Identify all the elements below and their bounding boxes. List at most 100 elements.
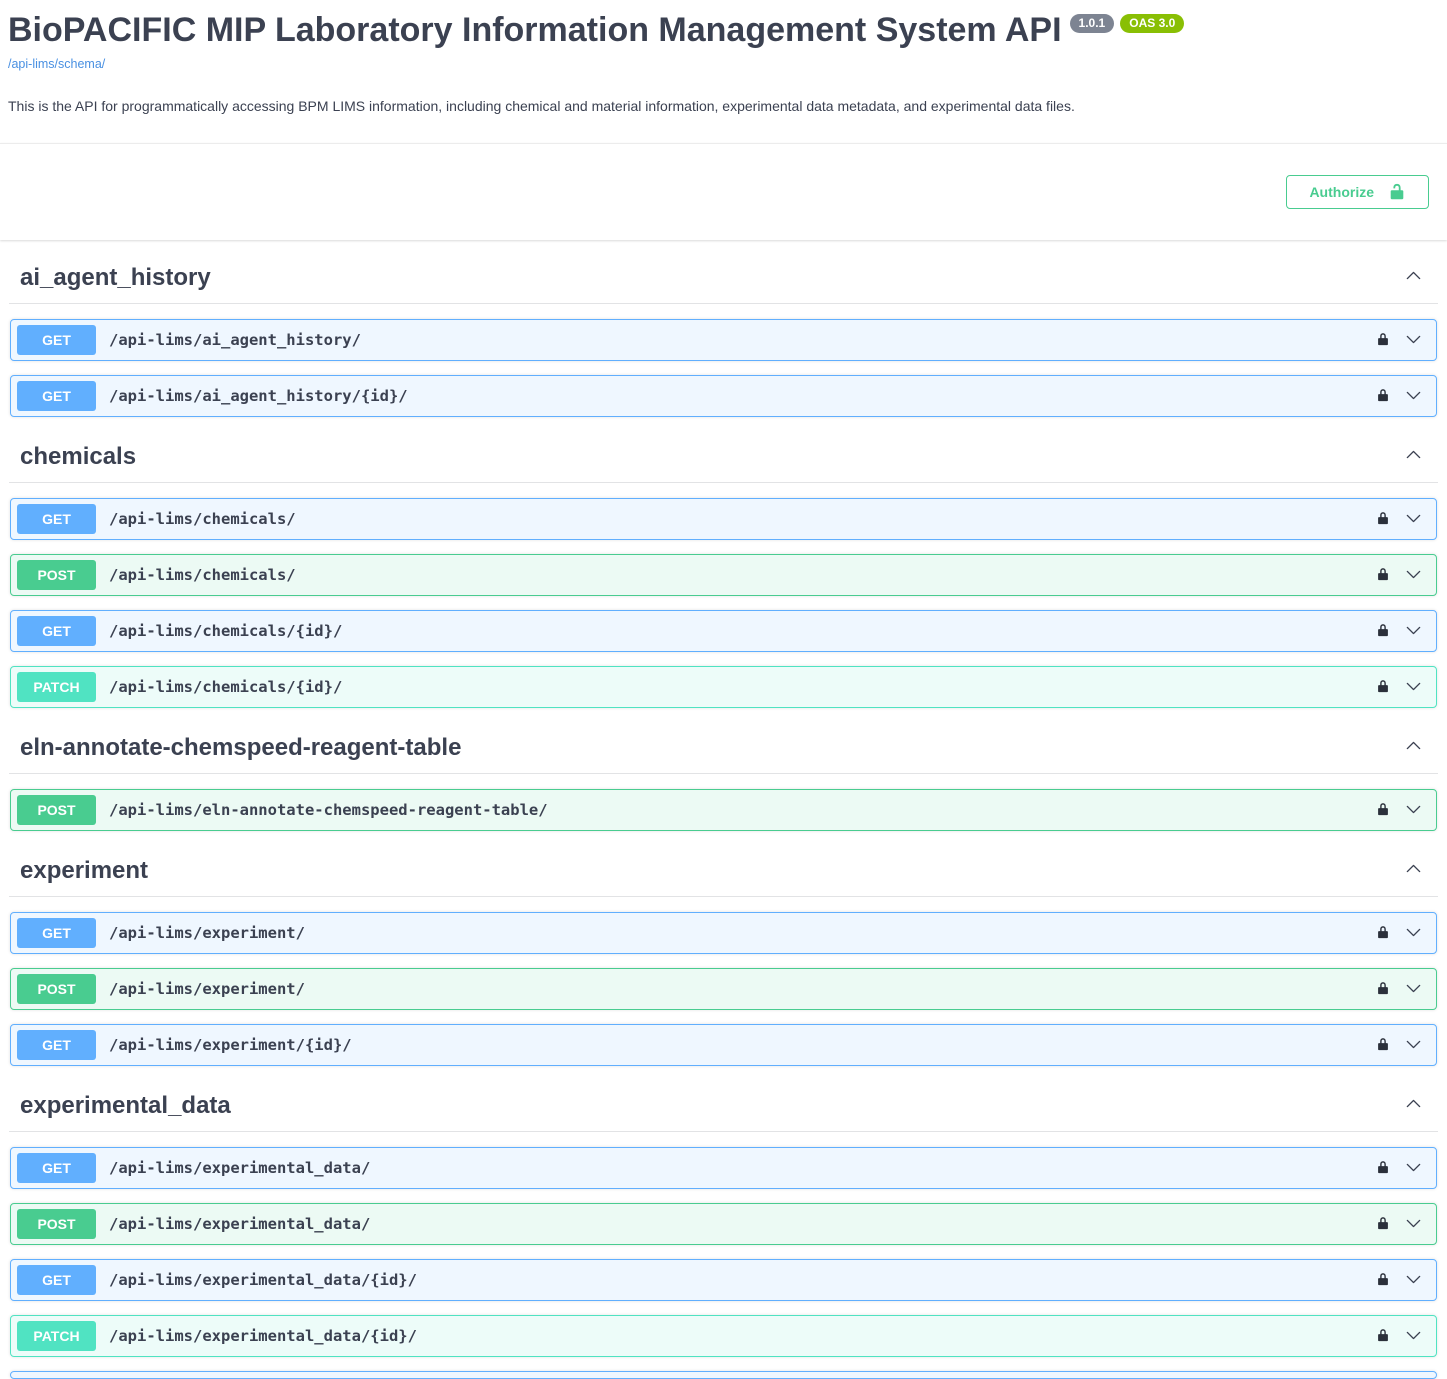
operation-path: /api-lims/experiment/{id}/ bbox=[109, 1036, 352, 1054]
chevron-down-icon[interactable] bbox=[1403, 508, 1424, 529]
operations-list: GET/api-lims/chemicals/POST/api-lims/che… bbox=[9, 483, 1438, 708]
tag-name: ai_agent_history bbox=[20, 264, 211, 292]
chevron-down-icon[interactable] bbox=[1403, 1269, 1424, 1290]
chevron-down-icon[interactable] bbox=[1403, 1213, 1424, 1234]
operation-path: /api-lims/chemicals/ bbox=[109, 566, 296, 584]
locked-padlock-icon[interactable] bbox=[1376, 622, 1390, 639]
tag-header-ai_agent_history[interactable]: ai_agent_history bbox=[9, 252, 1438, 304]
tag-section: eln-annotate-chemspeed-reagent-table POST… bbox=[9, 722, 1438, 831]
schema-link[interactable]: /api-lims/schema/ bbox=[8, 57, 105, 71]
locked-padlock-icon[interactable] bbox=[1376, 510, 1390, 527]
method-badge: POST bbox=[17, 795, 96, 825]
operation-path: /api-lims/chemicals/{id}/ bbox=[109, 678, 342, 696]
operation-path: /api-lims/experimental_data/ bbox=[109, 1215, 370, 1233]
operation-row[interactable]: POST/api-lims/chemicals/ bbox=[10, 554, 1437, 596]
api-title-text: BioPACIFIC MIP Laboratory Information Ma… bbox=[8, 12, 1062, 49]
chevron-up-icon[interactable] bbox=[1403, 1093, 1424, 1119]
tag-header-eln-annotate-chemspeed-reagent-table[interactable]: eln-annotate-chemspeed-reagent-table bbox=[9, 722, 1438, 774]
chevron-down-icon[interactable] bbox=[1403, 1157, 1424, 1178]
tag-header-experiment[interactable]: experiment bbox=[9, 845, 1438, 897]
chevron-down-icon[interactable] bbox=[1403, 1325, 1424, 1346]
operation-row-icons bbox=[1376, 1269, 1426, 1290]
method-badge: GET bbox=[17, 616, 96, 646]
chevron-down-icon[interactable] bbox=[1403, 799, 1424, 820]
locked-padlock-icon[interactable] bbox=[1376, 1036, 1390, 1053]
operation-row[interactable]: GET/api-lims/experimental_data/ bbox=[10, 1147, 1437, 1189]
operation-row[interactable]: POST/api-lims/eln-annotate-chemspeed-rea… bbox=[10, 789, 1437, 831]
locked-padlock-icon[interactable] bbox=[1376, 1327, 1390, 1344]
chevron-down-icon[interactable] bbox=[1403, 385, 1424, 406]
method-badge: PATCH bbox=[17, 1321, 96, 1351]
tag-section: experiment GET/api-lims/experiment/POST/a… bbox=[9, 845, 1438, 1066]
operation-path: /api-lims/experiment/ bbox=[109, 980, 305, 998]
chevron-up-icon[interactable] bbox=[1403, 858, 1424, 884]
chevron-up-icon[interactable] bbox=[1403, 735, 1424, 761]
oas-badge: OAS 3.0 bbox=[1120, 14, 1184, 33]
chevron-down-icon[interactable] bbox=[1403, 978, 1424, 999]
locked-padlock-icon[interactable] bbox=[1376, 387, 1390, 404]
operation-path: /api-lims/experimental_data/{id}/ bbox=[109, 1327, 417, 1345]
tag-header-experimental_data[interactable]: experimental_data bbox=[9, 1080, 1438, 1132]
operation-row-icons bbox=[1376, 1325, 1426, 1346]
operation-path: /api-lims/ai_agent_history/{id}/ bbox=[109, 387, 408, 405]
locked-padlock-icon[interactable] bbox=[1376, 678, 1390, 695]
operation-row[interactable]: GET/api-lims/experiment/{id}/ bbox=[10, 1024, 1437, 1066]
method-badge: GET bbox=[17, 1153, 96, 1183]
authorize-button[interactable]: Authorize bbox=[1286, 175, 1429, 209]
operation-row-partial[interactable] bbox=[10, 1371, 1437, 1379]
operation-path: /api-lims/chemicals/{id}/ bbox=[109, 622, 342, 640]
operation-row[interactable]: GET/api-lims/ai_agent_history/{id}/ bbox=[10, 375, 1437, 417]
locked-padlock-icon[interactable] bbox=[1376, 801, 1390, 818]
method-badge: GET bbox=[17, 1030, 96, 1060]
page-title: BioPACIFIC MIP Laboratory Information Ma… bbox=[8, 12, 1437, 49]
operation-row[interactable]: GET/api-lims/experiment/ bbox=[10, 912, 1437, 954]
chevron-down-icon[interactable] bbox=[1403, 1034, 1424, 1055]
chevron-down-icon[interactable] bbox=[1403, 329, 1424, 350]
method-badge: PATCH bbox=[17, 672, 96, 702]
operation-row[interactable]: GET/api-lims/chemicals/ bbox=[10, 498, 1437, 540]
locked-padlock-icon[interactable] bbox=[1376, 924, 1390, 941]
locked-padlock-icon[interactable] bbox=[1376, 566, 1390, 583]
locked-padlock-icon[interactable] bbox=[1376, 331, 1390, 348]
chevron-up-icon[interactable] bbox=[1403, 444, 1424, 470]
operation-row[interactable]: GET/api-lims/chemicals/{id}/ bbox=[10, 610, 1437, 652]
operation-row[interactable]: PATCH/api-lims/experimental_data/{id}/ bbox=[10, 1315, 1437, 1357]
operation-path: /api-lims/experimental_data/ bbox=[109, 1159, 370, 1177]
title-badges: 1.0.1 OAS 3.0 bbox=[1070, 14, 1185, 33]
method-badge: POST bbox=[17, 1209, 96, 1239]
operation-path: /api-lims/ai_agent_history/ bbox=[109, 331, 361, 349]
operation-row-icons bbox=[1376, 329, 1426, 350]
chevron-down-icon[interactable] bbox=[1403, 676, 1424, 697]
locked-padlock-icon[interactable] bbox=[1376, 980, 1390, 997]
operation-row-icons bbox=[1376, 508, 1426, 529]
operation-row-icons bbox=[1376, 620, 1426, 641]
operation-row-icons bbox=[1376, 922, 1426, 943]
locked-padlock-icon[interactable] bbox=[1376, 1215, 1390, 1232]
chevron-down-icon[interactable] bbox=[1403, 620, 1424, 641]
operation-row[interactable]: GET/api-lims/ai_agent_history/ bbox=[10, 319, 1437, 361]
operation-row-icons bbox=[1376, 978, 1426, 999]
chevron-down-icon[interactable] bbox=[1403, 922, 1424, 943]
tag-name: chemicals bbox=[20, 443, 136, 471]
operation-row[interactable]: POST/api-lims/experimental_data/ bbox=[10, 1203, 1437, 1245]
locked-padlock-icon[interactable] bbox=[1376, 1159, 1390, 1176]
method-badge: GET bbox=[17, 918, 96, 948]
tag-name: eln-annotate-chemspeed-reagent-table bbox=[20, 734, 461, 762]
method-badge: GET bbox=[17, 325, 96, 355]
chevron-down-icon[interactable] bbox=[1403, 564, 1424, 585]
operation-row[interactable]: POST/api-lims/experiment/ bbox=[10, 968, 1437, 1010]
operation-row[interactable]: PATCH/api-lims/chemicals/{id}/ bbox=[10, 666, 1437, 708]
tag-header-chemicals[interactable]: chemicals bbox=[9, 431, 1438, 483]
method-badge: GET bbox=[17, 381, 96, 411]
operation-row[interactable]: GET/api-lims/experimental_data/{id}/ bbox=[10, 1259, 1437, 1301]
operation-row-icons bbox=[1376, 1157, 1426, 1178]
operations-list: GET/api-lims/ai_agent_history/GET/api-li… bbox=[9, 304, 1438, 417]
operation-row-icons bbox=[1376, 1034, 1426, 1055]
locked-padlock-icon[interactable] bbox=[1376, 1271, 1390, 1288]
method-badge: GET bbox=[17, 504, 96, 534]
method-badge: POST bbox=[17, 560, 96, 590]
operations-list: POST/api-lims/eln-annotate-chemspeed-rea… bbox=[9, 774, 1438, 831]
operation-row-icons bbox=[1376, 1213, 1426, 1234]
operation-row-icons bbox=[1376, 799, 1426, 820]
chevron-up-icon[interactable] bbox=[1403, 265, 1424, 291]
